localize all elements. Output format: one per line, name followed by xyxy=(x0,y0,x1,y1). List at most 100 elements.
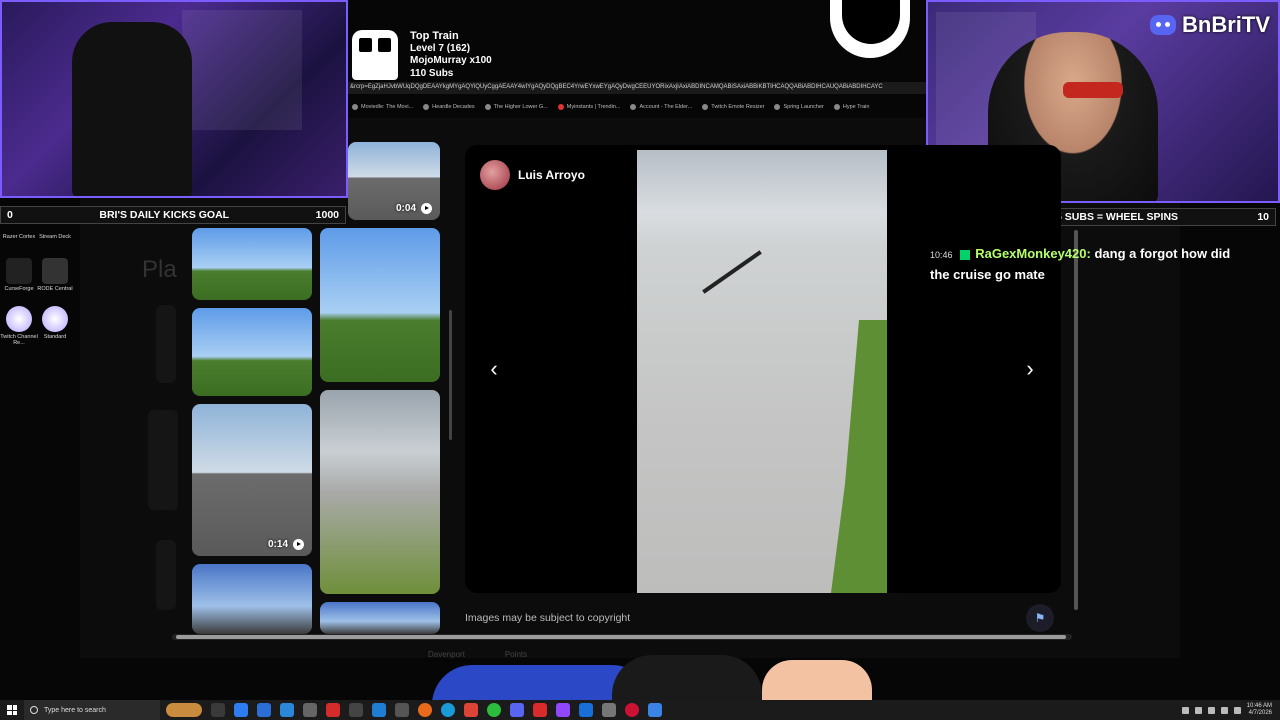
desktop-icon-twitch-channel[interactable]: Twitch Channel Re... xyxy=(0,306,38,346)
train-title: Top Train xyxy=(410,30,459,42)
background-card xyxy=(156,305,176,383)
steam-icon[interactable] xyxy=(579,703,593,717)
discord-icon xyxy=(1150,15,1176,35)
search-placeholder: Type here to search xyxy=(44,706,106,714)
tray-icon[interactable] xyxy=(1181,706,1189,714)
video-duration: 0:14 xyxy=(268,539,304,550)
desktop-icon-rode-central[interactable]: RODE Central xyxy=(36,258,74,292)
tray-icon[interactable] xyxy=(1194,706,1202,714)
copyright-notice: Images may be subject to copyright xyxy=(465,612,631,624)
video-duration: 0:04 xyxy=(396,203,432,214)
brand-name: BnBriTV xyxy=(1182,12,1270,37)
goal-end: 10 xyxy=(1257,211,1269,223)
flag-icon: ⚑ xyxy=(1034,611,1046,625)
train-icon xyxy=(352,30,398,80)
image-author[interactable]: Luis Arroyo xyxy=(480,160,585,190)
twitch-icon[interactable] xyxy=(556,703,570,717)
app-icon[interactable] xyxy=(487,703,501,717)
bookmark-item[interactable]: Account - The Elder... xyxy=(630,104,692,110)
windows-icon xyxy=(7,705,17,715)
app-icon[interactable] xyxy=(372,703,386,717)
search-icon xyxy=(30,706,38,714)
gaming-chair xyxy=(72,22,192,196)
image-thumbnail[interactable] xyxy=(320,602,440,634)
app-icon[interactable] xyxy=(625,703,639,717)
mascot-overlay xyxy=(432,655,872,700)
next-image-button[interactable]: › xyxy=(1018,356,1042,381)
edge-icon[interactable] xyxy=(234,703,248,717)
train-level: Level 7 (162) xyxy=(410,42,471,54)
chrome-active-icon[interactable] xyxy=(464,703,478,717)
channel-brand: BnBriTV xyxy=(1150,12,1270,38)
start-button[interactable] xyxy=(0,700,24,720)
news-widget-icon[interactable] xyxy=(166,703,202,717)
train-top-contributor: MojoMurray x100 xyxy=(410,55,492,66)
chrome-icon[interactable] xyxy=(441,703,455,717)
bookmark-item[interactable]: The Higher Lower G... xyxy=(484,104,548,110)
sunglasses xyxy=(1063,82,1123,98)
volume-icon[interactable] xyxy=(1220,706,1228,714)
task-view-icon[interactable] xyxy=(211,703,225,717)
author-name: Luis Arroyo xyxy=(518,168,585,182)
kick-badge-icon xyxy=(959,249,970,260)
chat-username: RaGexMonkey420 xyxy=(975,246,1087,261)
image-thumbnail[interactable] xyxy=(192,308,312,396)
standard-icon xyxy=(42,306,68,332)
terminal-icon[interactable] xyxy=(349,703,363,717)
curseforge-icon xyxy=(6,258,32,284)
stream-overlay: Pla Top Train Level 7 (162) MojoMurray x… xyxy=(0,0,1280,720)
image-thumbnail[interactable] xyxy=(320,228,440,382)
app-icon[interactable] xyxy=(648,703,662,717)
previous-image-button[interactable]: ‹ xyxy=(482,356,506,381)
train-subs: 110 Subs xyxy=(410,67,454,79)
report-flag-button[interactable]: ⚑ xyxy=(1026,604,1054,632)
background-card xyxy=(148,410,178,510)
bookmark-item[interactable]: Twitch Emote Resizer xyxy=(702,104,764,110)
pinned-apps xyxy=(160,703,662,717)
grass-area xyxy=(831,320,887,593)
rode-icon xyxy=(42,258,68,284)
background-heading: Pla xyxy=(142,256,177,283)
desktop-icon-stream-deck[interactable]: Stream Deck xyxy=(36,234,74,240)
clock[interactable]: 10:46 AM 4/7/2026 xyxy=(1247,703,1272,717)
play-icon xyxy=(293,539,304,550)
image-thumbnail-selected[interactable] xyxy=(320,390,440,594)
firefox-icon[interactable] xyxy=(418,703,432,717)
windows-taskbar: Type here to search 10:46 AM 4/7/2026 xyxy=(0,700,1280,720)
bookmark-item[interactable]: Spring Launcher xyxy=(774,104,824,110)
hype-train-widget: Top Train Level 7 (162) MojoMurray x100 … xyxy=(352,30,492,80)
scrollbar-thumb[interactable] xyxy=(176,635,1066,639)
thumbnails-scrollbar[interactable] xyxy=(449,310,452,440)
image-thumbnail[interactable]: 0:04 xyxy=(348,142,440,220)
network-icon[interactable] xyxy=(1207,706,1215,714)
bookmark-item[interactable]: Hype Train xyxy=(833,104,869,110)
discord-taskbar-icon[interactable] xyxy=(510,703,524,717)
bookmark-item[interactable]: Heardle Decades xyxy=(423,104,475,110)
desktop-icon-curseforge[interactable]: CurseForge xyxy=(0,258,38,292)
desktop-icon-razer-cortex[interactable]: Razer Cortex xyxy=(0,234,38,240)
background-card xyxy=(156,540,176,610)
image-thumbnail[interactable]: 0:14 xyxy=(192,404,312,556)
twitch-channel-icon xyxy=(6,306,32,332)
store-icon[interactable] xyxy=(280,703,294,717)
bookmark-item[interactable]: Myinstants | Trendin... xyxy=(557,104,620,110)
app-icon[interactable] xyxy=(602,703,616,717)
main-image-skatepark[interactable] xyxy=(637,150,887,593)
explorer-icon[interactable] xyxy=(303,703,317,717)
page-scrollbar[interactable] xyxy=(1074,230,1078,610)
bookmark-item[interactable]: Moviedle: The Movi... xyxy=(352,104,413,110)
image-thumbnail[interactable] xyxy=(192,228,312,300)
chat-overlay: 10:46 RaGexMonkey420: dang a forgot how … xyxy=(930,246,1231,282)
app-icon[interactable] xyxy=(533,703,547,717)
mail-icon[interactable] xyxy=(257,703,271,717)
address-bar[interactable]: &rcrp=EgZjaHJvbWUqDQgDEAAYkgMYgAQYiQUyCg… xyxy=(348,82,926,94)
wifi-icon[interactable] xyxy=(1233,706,1241,714)
image-thumbnail[interactable] xyxy=(192,564,312,634)
chat-timestamp: 10:46 xyxy=(930,250,953,260)
play-icon xyxy=(421,203,432,214)
taskbar-search[interactable]: Type here to search xyxy=(24,700,160,720)
app-icon[interactable] xyxy=(395,703,409,717)
desktop-icon-standard[interactable]: Standard xyxy=(36,306,74,340)
horizontal-scrollbar[interactable] xyxy=(172,634,1072,640)
record-icon[interactable] xyxy=(326,703,340,717)
